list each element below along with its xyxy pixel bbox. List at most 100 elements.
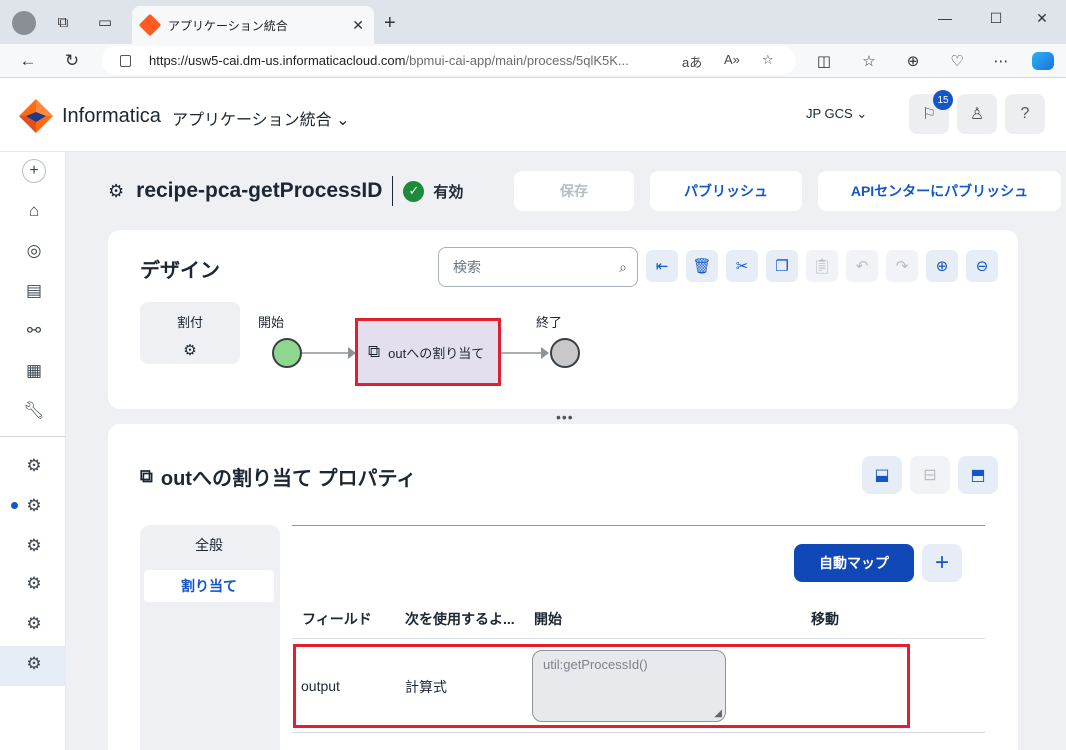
catalog-icon[interactable]: ▦ (22, 359, 46, 383)
collapse-left-icon[interactable]: ⇤ (646, 250, 678, 282)
process-gear-icon[interactable]: ⚙ (22, 652, 46, 676)
favorites-icon[interactable]: ☆ (858, 52, 880, 70)
profile-avatar[interactable] (12, 11, 36, 35)
publish-button[interactable]: パブリッシュ (650, 171, 802, 211)
split-screen-icon[interactable]: ◫ (813, 52, 835, 70)
address-bar[interactable]: https://usw5-cai.dm-us.informaticacloud.… (102, 46, 796, 75)
new-tab-icon[interactable]: + (384, 12, 396, 35)
field-name-cell: output (301, 678, 340, 694)
tab-general[interactable]: 全般 (144, 529, 274, 561)
column-header-using: 次を使用するよ... (405, 611, 515, 627)
process-gear-icon[interactable]: ⚙ (22, 494, 46, 518)
expression-field[interactable]: util:getProcessId() ◢ (532, 650, 726, 722)
api-center-publish-button[interactable]: APIセンターにパブリッシュ (818, 171, 1061, 211)
attach-panel[interactable]: 割付 ⚙ (140, 302, 240, 364)
monitor-icon[interactable]: ▤ (22, 279, 46, 303)
brand-name: Informatica (62, 105, 161, 127)
process-gear-icon[interactable]: ⚙ (22, 454, 46, 478)
process-status: 有効 (433, 183, 464, 201)
process-title-row: ⚙ recipe-pca-getProcessID ✓ 有効 (108, 176, 463, 206)
read-aloud-icon[interactable]: aあ (682, 52, 702, 71)
help-button[interactable]: ? (1005, 94, 1045, 134)
process-gear-icon[interactable]: ⚙ (22, 572, 46, 596)
more-menu-icon[interactable]: ⋯ (990, 52, 1012, 70)
browser-essentials-icon[interactable]: ♡ (946, 52, 968, 70)
immersive-reader-icon[interactable]: A» (724, 52, 740, 67)
split-view-icon[interactable]: ⊟ (910, 456, 950, 494)
browser-tab-active[interactable]: アプリケーション統合 ✕ (132, 6, 374, 44)
end-node-label: 終了 (536, 315, 563, 330)
wrench-icon[interactable]: 🔧︎ (22, 399, 46, 423)
help-icon: ? (1020, 105, 1030, 122)
tab-title: アプリケーション統合 (168, 18, 288, 33)
org-name: JP GCS (806, 106, 853, 121)
workspaces-icon[interactable]: ⧉ (52, 11, 74, 33)
back-icon[interactable]: ← (16, 49, 40, 73)
auto-map-button[interactable]: 自動マップ (794, 544, 914, 582)
process-gear-icon[interactable]: ⚙ (22, 534, 46, 558)
dock-top-icon[interactable]: ⬒ (958, 456, 998, 494)
url-path: /bpmui-cai-app/main/process/5qlK5K... (405, 53, 629, 68)
table-row-divider (292, 732, 985, 733)
connector-line (501, 352, 541, 354)
minimize-icon[interactable]: — (930, 10, 960, 26)
title-separator (392, 176, 394, 206)
table-top-border (292, 525, 985, 526)
chevron-down-icon: ⌄ (856, 106, 868, 121)
close-window-icon[interactable]: ✕ (1027, 10, 1057, 27)
column-header-from: 開始 (534, 611, 562, 627)
start-node[interactable] (272, 338, 302, 368)
save-button[interactable]: 保存 (514, 171, 634, 211)
zoom-in-icon[interactable]: ⊕ (926, 250, 958, 282)
collections-icon[interactable]: ⊕ (902, 52, 924, 70)
user-icon: ♙ (969, 106, 985, 123)
copilot-icon[interactable] (1032, 52, 1054, 70)
app-switcher[interactable]: アプリケーション統合 ⌄ (172, 106, 350, 130)
delete-icon[interactable]: 🗑︎ (686, 250, 718, 282)
browser-toolbar: ← ↻ https://usw5-cai.dm-us.informaticacl… (0, 44, 1066, 78)
home-icon[interactable]: ⌂ (22, 199, 46, 223)
add-field-button[interactable]: + (922, 544, 962, 582)
assignment-node-label: outへの割り当て (388, 345, 485, 361)
tab-assignments[interactable]: 割り当て (144, 570, 274, 602)
search-icon: ⌕ (619, 259, 627, 275)
favorite-star-icon[interactable]: ☆ (762, 52, 774, 68)
chevron-down-icon: ⌄ (336, 112, 350, 129)
undo-icon[interactable]: ↶ (846, 250, 878, 282)
dock-bottom-icon[interactable]: ⬓ (862, 456, 902, 494)
search-placeholder: 検索 (453, 259, 481, 275)
new-plus-icon[interactable]: + (22, 159, 46, 183)
informatica-logo-icon (19, 99, 53, 133)
app-header: Informatica アプリケーション統合 ⌄ JP GCS ⌄ ⚐ ♙ ? (0, 78, 1066, 152)
app-name: アプリケーション統合 (172, 112, 332, 129)
redo-icon[interactable]: ↷ (886, 250, 918, 282)
org-selector[interactable]: JP GCS ⌄ (806, 106, 867, 122)
expression-value: util:getProcessId() (543, 657, 648, 672)
valid-check-icon: ✓ (403, 180, 425, 202)
user-profile-button[interactable]: ♙ (957, 94, 997, 134)
copy-icon[interactable]: ❐ (766, 250, 798, 282)
maximize-icon[interactable]: ☐ (981, 10, 1011, 27)
settings-gear-icon: ⚙ (183, 342, 197, 359)
zoom-out-icon[interactable]: ⊖ (966, 250, 998, 282)
design-title: デザイン (140, 260, 220, 282)
process-gear-icon: ⚙ (108, 180, 125, 201)
using-type-cell[interactable]: 計算式 (405, 677, 447, 697)
assignment-node[interactable]: ⧉ outへの割り当て (355, 318, 501, 386)
refresh-icon[interactable]: ↻ (60, 49, 84, 73)
tab-actions-icon[interactable]: ▭ (94, 11, 116, 33)
properties-panel: ⧉ outへの割り当て プロパティ ⬓ ⊟ ⬒ 全般 割り当て 自動マップ + … (108, 424, 1018, 750)
resize-handle-dots[interactable]: ••• (556, 409, 574, 425)
connections-icon[interactable]: ⚯ (22, 319, 46, 343)
process-gear-icon[interactable]: ⚙ (22, 612, 46, 636)
resize-grip-icon[interactable]: ◢ (714, 708, 722, 719)
cut-scissors-icon[interactable]: ✂ (726, 250, 758, 282)
paste-icon[interactable]: 📋︎ (806, 250, 838, 282)
explore-compass-icon[interactable]: ◎ (22, 239, 46, 263)
properties-title: outへの割り当て プロパティ (160, 468, 417, 490)
close-tab-icon[interactable]: ✕ (352, 17, 364, 34)
url-host: https://usw5-cai.dm-us.informaticacloud.… (149, 53, 406, 68)
design-search-input[interactable]: 検索 ⌕ (438, 247, 638, 287)
end-node[interactable] (550, 338, 580, 368)
attach-label: 割付 (176, 315, 203, 330)
